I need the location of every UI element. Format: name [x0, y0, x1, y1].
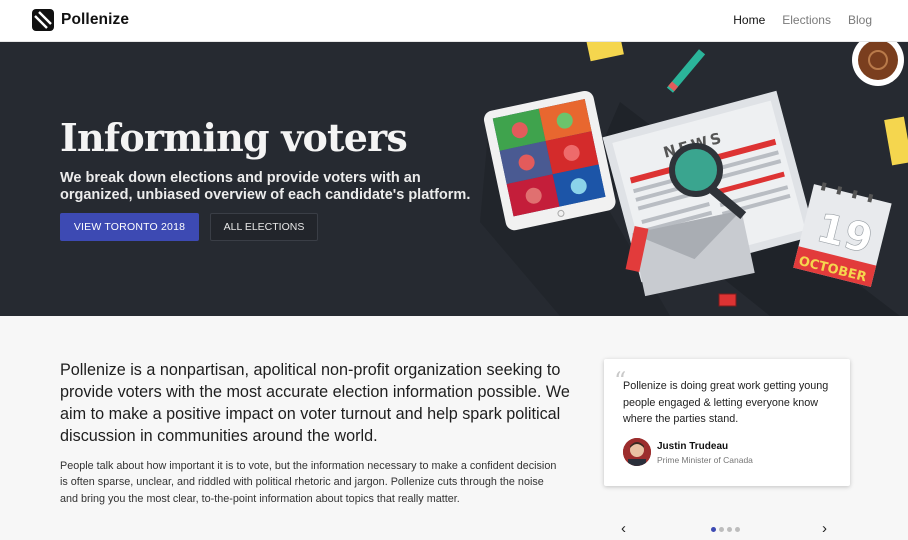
hero-title: Informing voters	[60, 115, 408, 160]
pollenize-logo-icon	[32, 9, 54, 31]
testimonial-card: “ Pollenize is doing great work getting …	[604, 359, 850, 486]
calendar-icon: 19 OCTOBER	[793, 182, 892, 287]
carousel-dot-1[interactable]	[711, 527, 716, 532]
nav-link-elections[interactable]: Elections	[782, 13, 831, 27]
carousel-dot-3[interactable]	[727, 527, 732, 532]
testimonial-quote: Pollenize is doing great work getting yo…	[623, 380, 829, 425]
sticky-note-icon	[586, 42, 624, 62]
hero: Informing voters We break down elections…	[0, 42, 908, 316]
brand-name: Pollenize	[61, 11, 130, 28]
view-toronto-button[interactable]: VIEW TORONTO 2018	[60, 213, 199, 241]
top-nav: Pollenize Home Elections Blog	[0, 0, 908, 42]
avatar	[623, 438, 651, 466]
nav-link-blog[interactable]: Blog	[848, 13, 872, 27]
carousel-dot-4[interactable]	[735, 527, 740, 532]
nav-link-home[interactable]: Home	[733, 13, 765, 27]
chevron-right-icon[interactable]: ›	[822, 521, 827, 537]
all-elections-button[interactable]: ALL ELECTIONS	[210, 213, 318, 241]
about-body: People talk about how important it is to…	[60, 460, 557, 505]
nav-links: Home Elections Blog	[733, 13, 872, 27]
brand[interactable]: Pollenize	[32, 9, 129, 31]
coffee-cup-icon	[852, 42, 904, 86]
hero-subtitle: We break down elections and provide vote…	[60, 170, 471, 203]
chevron-left-icon[interactable]: ‹	[621, 521, 626, 537]
carousel-dots	[711, 527, 740, 532]
carousel-dot-2[interactable]	[719, 527, 724, 532]
testimonial-role: Prime Minister of Canada	[657, 455, 753, 465]
about-lead: Pollenize is a nonpartisan, apolitical n…	[60, 361, 570, 445]
pencil-icon	[666, 49, 706, 93]
testimonial-name: Justin Trudeau	[657, 441, 729, 452]
hero-illustration: NEWS 19 OCTOBE	[480, 42, 908, 316]
